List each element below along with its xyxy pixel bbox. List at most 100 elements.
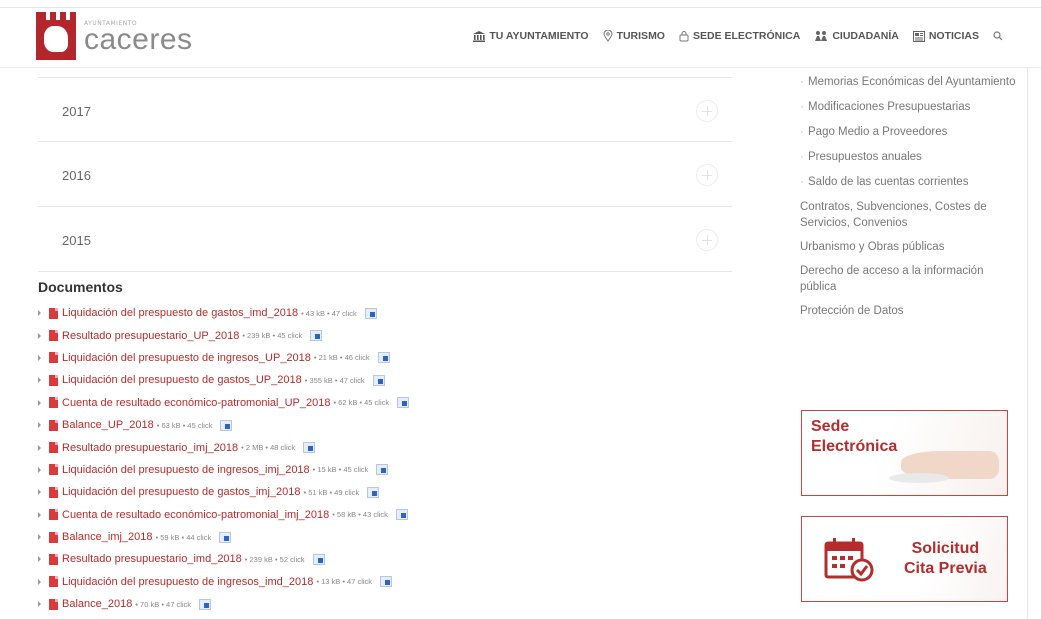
document-link[interactable]: Balance_UP_2018: [62, 419, 154, 431]
pdf-icon: [49, 598, 58, 610]
years-accordion: 2017 2016 2015: [38, 68, 732, 272]
document-link[interactable]: Resultado presupuestario_UP_2018: [62, 330, 239, 342]
accordion-item-2017[interactable]: 2017: [38, 77, 732, 142]
document-meta: • 70 kB • 47 click: [135, 599, 192, 609]
sidebar-item-urbanismo[interactable]: Urbanismo y Obras públicas: [800, 239, 1022, 255]
sidebar-item-presupuestos[interactable]: Presupuestos anuales: [800, 149, 1022, 165]
download-icon[interactable]: [367, 486, 380, 498]
nav-turismo[interactable]: TURISMO: [603, 30, 665, 42]
pdf-icon: [49, 419, 58, 431]
accordion-item-2015[interactable]: 2015: [38, 207, 732, 272]
lock-icon: [679, 31, 689, 42]
documents-list: Liquidación del prespuesto de gastos_imd…: [38, 302, 738, 615]
list-item: Balance_imj_2018 • 59 kB • 44 click: [38, 526, 738, 548]
download-icon[interactable]: [220, 419, 233, 431]
document-link[interactable]: Balance_imj_2018: [62, 531, 153, 543]
document-link[interactable]: Cuenta de resultado económico-patromonia…: [62, 509, 329, 521]
bullet-arrow-icon: [38, 444, 41, 451]
coat-of-arms-icon: [36, 12, 76, 60]
plus-circle-icon[interactable]: [696, 229, 718, 251]
list-item: Resultado presupuestario_imd_2018 • 239 k…: [38, 548, 738, 570]
download-icon[interactable]: [395, 509, 408, 521]
document-link[interactable]: Resultado presupuestario_imj_2018: [62, 442, 238, 454]
document-meta: • 239 kB • 52 click: [244, 554, 305, 564]
people-icon: [815, 31, 828, 41]
bank-icon: [473, 30, 486, 42]
nav-label: TU AYUNTAMIENTO: [489, 30, 589, 42]
search-icon: [993, 31, 1003, 41]
map-pin-icon: [603, 30, 613, 42]
document-meta: • 21 kB • 46 click: [313, 353, 370, 363]
list-item: Balance_2018 • 70 kB • 47 click: [38, 593, 738, 615]
banner-title: Sede Electrónica: [811, 417, 897, 457]
document-link[interactable]: Liquidación del presupuesto de gastos_im…: [62, 486, 301, 498]
download-icon[interactable]: [199, 598, 212, 610]
plus-circle-icon[interactable]: [696, 100, 718, 122]
list-item: Liquidación del presupuesto de ingresos_…: [38, 459, 738, 481]
bullet-arrow-icon: [38, 377, 41, 384]
document-link[interactable]: Liquidación del presupuesto de ingresos_…: [62, 464, 310, 476]
nav-tu-ayuntamiento[interactable]: TU AYUNTAMIENTO: [473, 30, 589, 42]
accordion-label: 2017: [62, 104, 91, 119]
document-meta: • 355 kB • 47 click: [304, 375, 365, 385]
sidebar-item-pago-medio[interactable]: Pago Medio a Proveedores: [800, 124, 1022, 140]
document-link[interactable]: Liquidación del prespuesto de gastos_imd…: [62, 307, 298, 319]
download-icon[interactable]: [380, 576, 393, 588]
list-item: Liquidación del prespuesto de gastos_imd…: [38, 302, 738, 324]
pdf-icon: [49, 374, 58, 386]
site-logo[interactable]: AYUNTAMIENTO caceres: [36, 12, 193, 60]
document-link[interactable]: Liquidación del presupuesto de ingresos_…: [62, 352, 311, 364]
cita-previa-banner[interactable]: Solicitud Cita Previa: [801, 516, 1008, 602]
plus-circle-icon[interactable]: [696, 164, 718, 186]
sede-electronica-banner[interactable]: Sede Electrónica: [801, 410, 1008, 496]
download-icon[interactable]: [377, 352, 390, 364]
document-link[interactable]: Liquidación del presupuesto de gastos_UP…: [62, 374, 302, 386]
download-icon[interactable]: [397, 397, 410, 409]
download-icon[interactable]: [310, 330, 323, 342]
accordion-item-2016[interactable]: 2016: [38, 142, 732, 207]
banner-title: Solicitud Cita Previa: [904, 539, 987, 579]
pdf-icon: [49, 397, 58, 409]
document-link[interactable]: Liquidación del presupuesto de ingresos_…: [62, 576, 313, 588]
sidebar-menu: Memorias Económicas del Ayuntamiento Mod…: [800, 74, 1022, 327]
list-item: Cuenta de resultado económico-patromonia…: [38, 504, 738, 526]
logo-title: caceres: [84, 22, 193, 56]
list-item: Cuenta de resultado económico-patromonia…: [38, 392, 738, 414]
list-item: Liquidación del presupuesto de gastos_UP…: [38, 369, 738, 391]
bullet-arrow-icon: [38, 466, 41, 473]
document-meta: • 59 kB • 44 click: [155, 532, 212, 542]
download-icon[interactable]: [376, 464, 389, 476]
logo-text: AYUNTAMIENTO caceres: [84, 20, 193, 56]
nav-ciudadania[interactable]: CIUDADANÍA: [814, 30, 899, 42]
document-meta: • 15 kB • 45 click: [312, 465, 369, 475]
sidebar-item-proteccion-datos[interactable]: Protección de Datos: [800, 303, 1022, 319]
sidebar-item-contratos[interactable]: Contratos, Subvenciones, Costes de Servi…: [800, 199, 1022, 231]
sidebar-item-modificaciones[interactable]: Modificaciones Presupuestarias: [800, 99, 1022, 115]
bullet-arrow-icon: [38, 534, 41, 541]
download-icon[interactable]: [372, 374, 385, 386]
document-link[interactable]: Balance_2018: [62, 598, 132, 610]
accordion-label: 2015: [62, 233, 91, 248]
hand-mouse-image: [889, 451, 999, 483]
document-link[interactable]: Resultado presupuestario_imd_2018: [62, 553, 242, 565]
nav-noticias[interactable]: NOTICIAS: [912, 30, 979, 42]
bullet-arrow-icon: [38, 601, 41, 608]
document-link[interactable]: Cuenta de resultado económico-patromonia…: [62, 397, 330, 409]
list-item: Liquidación del presupuesto de ingresos_…: [38, 347, 738, 369]
pdf-icon: [49, 486, 58, 498]
sidebar-item-derecho-acceso[interactable]: Derecho de acceso a la información públi…: [800, 263, 1022, 295]
search-button[interactable]: [993, 31, 1007, 41]
nav-label: NOTICIAS: [928, 30, 979, 42]
document-meta: • 62 kB • 45 click: [333, 398, 390, 408]
download-icon[interactable]: [219, 531, 232, 543]
banner-line: Solicitud: [911, 540, 980, 557]
download-icon[interactable]: [303, 442, 316, 454]
nav-sede-electronica[interactable]: SEDE ELECTRÓNICA: [679, 30, 800, 42]
document-meta: • 2 MB • 48 click: [241, 443, 296, 453]
download-icon[interactable]: [364, 307, 377, 319]
sidebar-item-memorias[interactable]: Memorias Económicas del Ayuntamiento: [800, 74, 1022, 90]
pdf-icon: [49, 509, 58, 521]
download-icon[interactable]: [312, 553, 325, 565]
documents-heading: Documentos: [38, 279, 123, 295]
sidebar-item-saldo[interactable]: Saldo de las cuentas corrientes: [800, 174, 1022, 190]
